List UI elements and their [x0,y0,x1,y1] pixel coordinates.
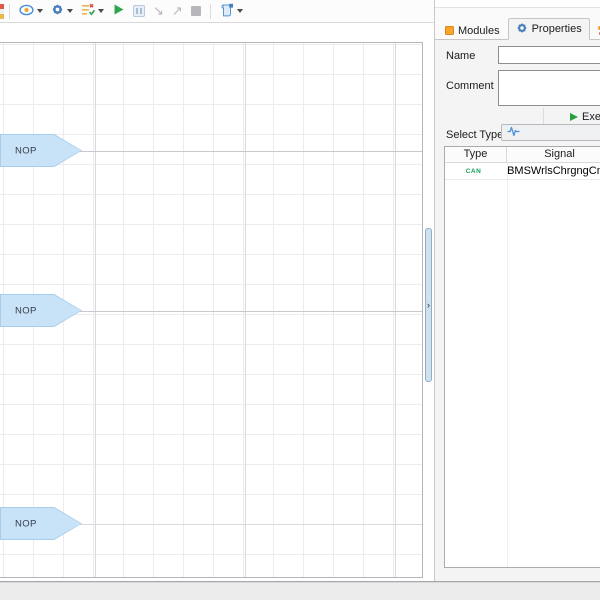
signal-type-combo[interactable] [501,124,600,141]
collapse-arrow-icon: › [427,301,430,310]
splitter-handle[interactable]: › [425,228,432,382]
toolbar-separator [210,4,211,19]
flow-canvas[interactable]: NOP NOP NOP [0,42,423,578]
table-header-row: Type Signal [445,147,600,163]
app-window: ↘ ↗ [0,0,600,600]
signal-table: Type Signal CAN BMSWrlsChrgngCmd [444,146,600,568]
script-icon [220,3,234,20]
settings-button[interactable] [48,1,76,21]
name-label: Name [446,50,475,62]
stop-icon [191,6,201,16]
properties-content: Name Comment Exe Select Type: Type Signa… [435,40,600,581]
play-icon [570,113,578,121]
pause-icon [133,5,145,17]
signal-name-cell: BMSWrlsChrgngCmd [502,163,600,179]
node-shape [1,508,81,539]
tab-label: Properties [532,23,582,35]
flow-editor-area: NOP NOP NOP [0,23,424,580]
column-header-type[interactable]: Type [445,147,507,162]
panel-tab-bar: Modules Properties Vars [435,8,600,40]
dropdown-caret-icon [67,9,73,13]
pause-button[interactable] [130,1,148,21]
node-label: NOP [15,305,37,316]
right-panel: Modules Properties Vars Name Comment Exe [434,0,600,581]
dropdown-caret-icon [98,9,104,13]
status-bar [0,581,600,600]
step-out-button[interactable]: ↗ [169,1,186,21]
table-row[interactable]: CAN BMSWrlsChrgngCmd [445,163,600,180]
node-shape [1,135,81,166]
nop-node-2[interactable]: NOP [0,294,82,327]
play-icon [112,3,125,19]
tab-properties[interactable]: Properties [508,18,590,40]
clipped-icon [0,4,4,19]
checklist-button[interactable] [78,1,107,21]
step-into-button[interactable]: ↘ [150,1,167,21]
visibility-button[interactable] [16,1,46,21]
signal-type-badge: CAN [445,163,502,179]
nop-node-3[interactable]: NOP [0,507,82,540]
panel-top-strip [435,0,600,8]
eye-icon [19,4,34,19]
nop-node-1[interactable]: NOP [0,134,82,167]
toolbar-separator [9,4,10,19]
stop-button[interactable] [188,1,204,21]
modules-icon [445,26,454,35]
node-label: NOP [15,518,37,529]
checklist-icon [81,3,95,19]
select-type-label: Select Type: [446,129,506,141]
dropdown-caret-icon [37,9,43,13]
tab-modules[interactable]: Modules [437,21,508,40]
step-out-icon: ↗ [172,5,183,18]
dropdown-caret-icon [237,9,243,13]
comment-label: Comment [446,80,494,92]
column-header-signal[interactable]: Signal [507,147,600,162]
main-toolbar: ↘ ↗ [0,0,434,23]
name-input[interactable] [498,46,600,64]
execute-button[interactable]: Exe [543,108,600,125]
node-label: NOP [15,145,37,156]
script-button[interactable] [217,1,246,21]
panel-splitter[interactable]: › [424,23,434,580]
comment-input[interactable] [498,70,600,106]
gear-icon [51,3,64,19]
waveform-icon [507,124,520,142]
tab-vars[interactable]: Vars [590,21,600,40]
gear-icon [516,22,528,37]
tab-label: Modules [458,25,500,37]
node-shape [1,295,81,326]
run-button[interactable] [109,1,128,21]
column-divider [507,147,508,567]
step-into-icon: ↘ [153,5,164,18]
execute-label: Exe [582,111,600,123]
